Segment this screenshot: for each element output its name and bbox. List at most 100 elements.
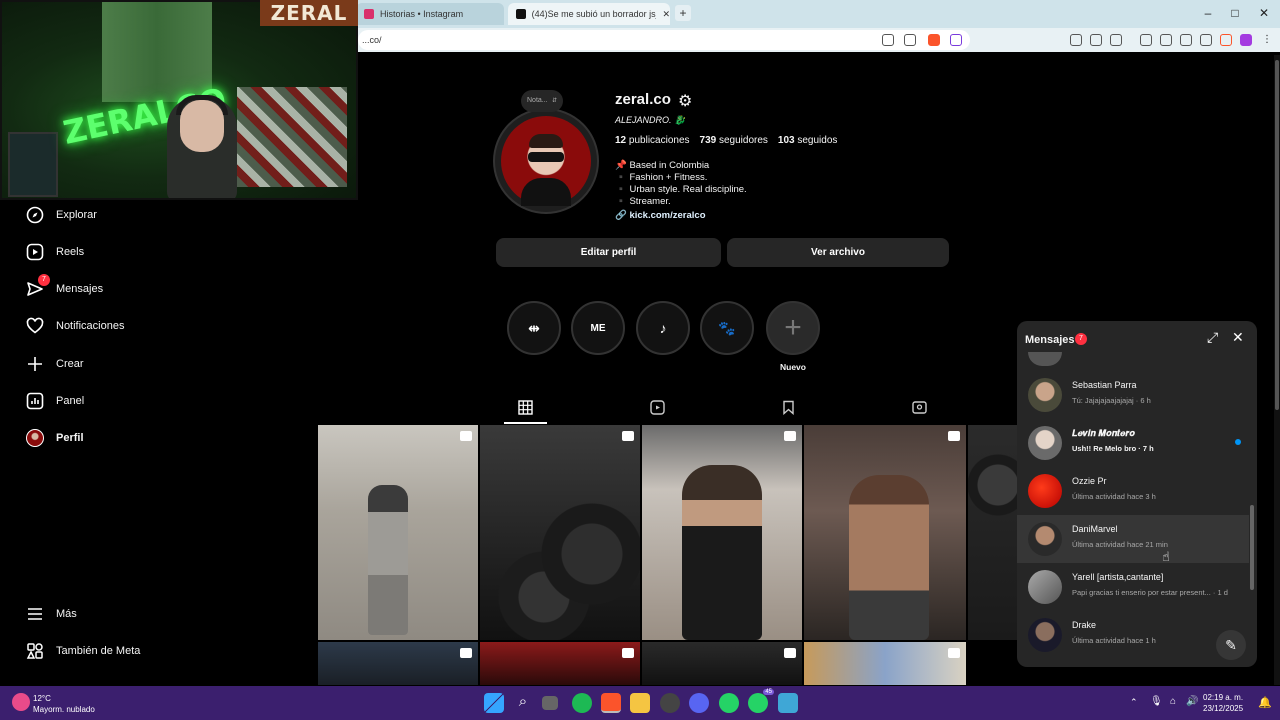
scroll-thumb[interactable] — [1275, 60, 1279, 410]
whatsapp-icon[interactable]: 45 — [748, 689, 774, 713]
tab-tiktok[interactable]: (44)Se me subió un borrador jsjsjaja... … — [508, 3, 670, 25]
profile-full-name: ALEJANDRO. 🐉 — [615, 115, 686, 125]
highlight-me[interactable]: ME — [571, 301, 625, 355]
tab-instagram[interactable]: Historias • Instagram — [356, 3, 504, 25]
weather-icon — [12, 693, 30, 711]
followers-stat[interactable]: 739 seguidores — [700, 135, 768, 146]
post-thumbnail[interactable] — [480, 642, 640, 685]
conversation-item[interactable]: DaniMarvel Última actividad hace 21 min — [1017, 515, 1249, 563]
spotify-icon[interactable] — [572, 693, 592, 713]
weather-widget[interactable]: 12°C Mayorm. nublado — [33, 693, 95, 715]
settings-gear-icon[interactable]: ⚙ — [678, 91, 692, 111]
post-thumbnail[interactable] — [642, 642, 802, 685]
sidebar-item-panel[interactable]: Panel — [26, 391, 84, 411]
heart-icon — [26, 317, 44, 335]
notification-bell-icon[interactable]: 🔔 — [1258, 696, 1272, 709]
task-view-icon[interactable] — [542, 696, 558, 710]
sidebar-item-explorar[interactable]: Explorar — [26, 205, 97, 225]
sidebar-item-meta[interactable]: También de Meta — [26, 641, 140, 661]
post-figure — [368, 485, 408, 635]
network-icon[interactable]: ⌂ — [1170, 696, 1176, 707]
tabs-icon[interactable] — [1160, 34, 1172, 46]
notepad-icon[interactable] — [778, 693, 798, 713]
expand-icon[interactable]: ⤢ — [1207, 329, 1218, 346]
music-icon[interactable] — [1140, 34, 1152, 46]
whatsapp-web-icon[interactable] — [719, 693, 739, 713]
sidebar-item-crear[interactable]: Crear — [26, 354, 84, 374]
post-thumbnail[interactable] — [318, 642, 478, 685]
profile-avatar[interactable] — [501, 116, 591, 206]
vpn-icon[interactable] — [1220, 34, 1232, 46]
wallet-icon[interactable] — [1180, 34, 1192, 46]
post-thumbnail[interactable] — [480, 425, 640, 640]
post-thumbnail[interactable] — [642, 425, 802, 640]
chevron-up-icon[interactable]: ⌃ — [1130, 697, 1138, 708]
maximize-button[interactable]: □ — [1223, 6, 1247, 20]
conversation-preview: Ush!! Re Melo bro · 7 h — [1072, 444, 1154, 453]
brave-shield-icon[interactable] — [928, 34, 940, 46]
avatar-glasses — [528, 152, 564, 162]
conversation-item[interactable]: Ozzie Pr Última actividad hace 3 h — [1017, 467, 1249, 515]
profile-icon[interactable] — [1240, 34, 1252, 46]
profile-link[interactable]: 🔗 kick.com/zeralco — [615, 210, 706, 221]
brave-browser-icon[interactable] — [601, 693, 621, 713]
sidebar-item-reels[interactable]: Reels — [26, 242, 84, 262]
rewards-icon[interactable] — [950, 34, 962, 46]
bio-line: ▪️ Urban style. Real discipline. — [615, 184, 747, 195]
page-scrollbar[interactable] — [1274, 55, 1280, 685]
messages-scrollbar[interactable] — [1250, 505, 1254, 590]
obs-icon[interactable] — [660, 693, 680, 713]
file-explorer-icon[interactable] — [630, 693, 650, 713]
cast-icon[interactable] — [882, 34, 894, 46]
puzzle-icon[interactable] — [1090, 34, 1102, 46]
close-tab-icon[interactable]: ✕ — [662, 9, 670, 20]
close-window-button[interactable]: ✕ — [1252, 6, 1276, 20]
sidebar-item-perfil[interactable]: Perfil — [26, 428, 84, 448]
post-thumbnail[interactable] — [804, 642, 966, 685]
minimize-button[interactable]: – — [1196, 6, 1220, 20]
following-stat[interactable]: 103 seguidos — [778, 135, 838, 146]
new-tab-button[interactable]: + — [675, 5, 691, 21]
note-bubble[interactable]: Nota... ⇵ — [521, 90, 563, 112]
reels-tab-icon[interactable] — [650, 400, 665, 418]
post-thumbnail[interactable] — [318, 425, 478, 640]
highlight-pets[interactable]: 🐾 — [700, 301, 754, 355]
system-clock[interactable]: 02:19 a. m. 23/12/2025 — [1203, 692, 1243, 714]
new-highlight-button[interactable]: + — [766, 301, 820, 355]
sidebar-icon[interactable] — [1110, 34, 1122, 46]
ai-icon[interactable] — [1200, 34, 1212, 46]
conversation-item[interactable]: Sebastian Parra Tú: Jajajajaajajajaj · 6… — [1017, 371, 1249, 419]
close-icon[interactable]: ✕ — [1232, 329, 1244, 346]
conversation-item[interactable]: Drake Última actividad hace 1 h — [1017, 611, 1249, 659]
volume-icon[interactable]: 🔊 — [1186, 696, 1198, 707]
post-thumbnail[interactable] — [804, 425, 966, 640]
sidebar-item-mensajes[interactable]: 7 Mensajes — [26, 274, 103, 299]
posts-stat[interactable]: 12 publicaciones — [615, 135, 690, 146]
edit-profile-button[interactable]: Editar perfil — [496, 238, 721, 267]
tagged-tab-icon[interactable] — [912, 400, 927, 418]
discord-icon[interactable] — [689, 693, 709, 713]
windows-start-icon[interactable] — [484, 693, 504, 713]
share-icon[interactable] — [904, 34, 916, 46]
avatar — [1028, 522, 1062, 556]
plus-icon: + — [784, 311, 802, 344]
posts-label: publicaciones — [628, 135, 690, 146]
search-icon[interactable]: ⌕ — [513, 693, 533, 713]
post-thumbnail[interactable] — [968, 425, 1018, 640]
extension-icon[interactable] — [1070, 34, 1082, 46]
grid-tab-icon[interactable] — [518, 400, 533, 418]
highlight-music[interactable]: ♪ — [636, 301, 690, 355]
stream-banner: ZERAL — [260, 0, 358, 26]
sidebar-item-mas[interactable]: Más — [26, 604, 77, 624]
menu-icon[interactable]: ⋮ — [1255, 34, 1279, 45]
view-archive-button[interactable]: Ver archivo — [727, 238, 949, 267]
address-bar[interactable]: ...co/ — [358, 30, 970, 50]
conversation-preview: Última actividad hace 21 min — [1072, 540, 1168, 549]
highlight-gym[interactable]: ⇹ — [507, 301, 561, 355]
saved-tab-icon[interactable] — [781, 400, 796, 418]
conversation-item[interactable]: 𝑳𝒆𝒗𝒊𝒏 𝑴𝒐𝒏𝒕𝒆𝒓𝒐 Ush!! Re Melo bro · 7 h — [1017, 419, 1249, 467]
conversation-item[interactable]: Yarell [artista,cantante] Papi gracias t… — [1017, 563, 1249, 611]
compose-message-icon[interactable]: ✎ — [1216, 630, 1246, 660]
sidebar-item-notificaciones[interactable]: Notificaciones — [26, 316, 124, 336]
microphone-icon[interactable]: 🎙 — [1150, 696, 1163, 707]
